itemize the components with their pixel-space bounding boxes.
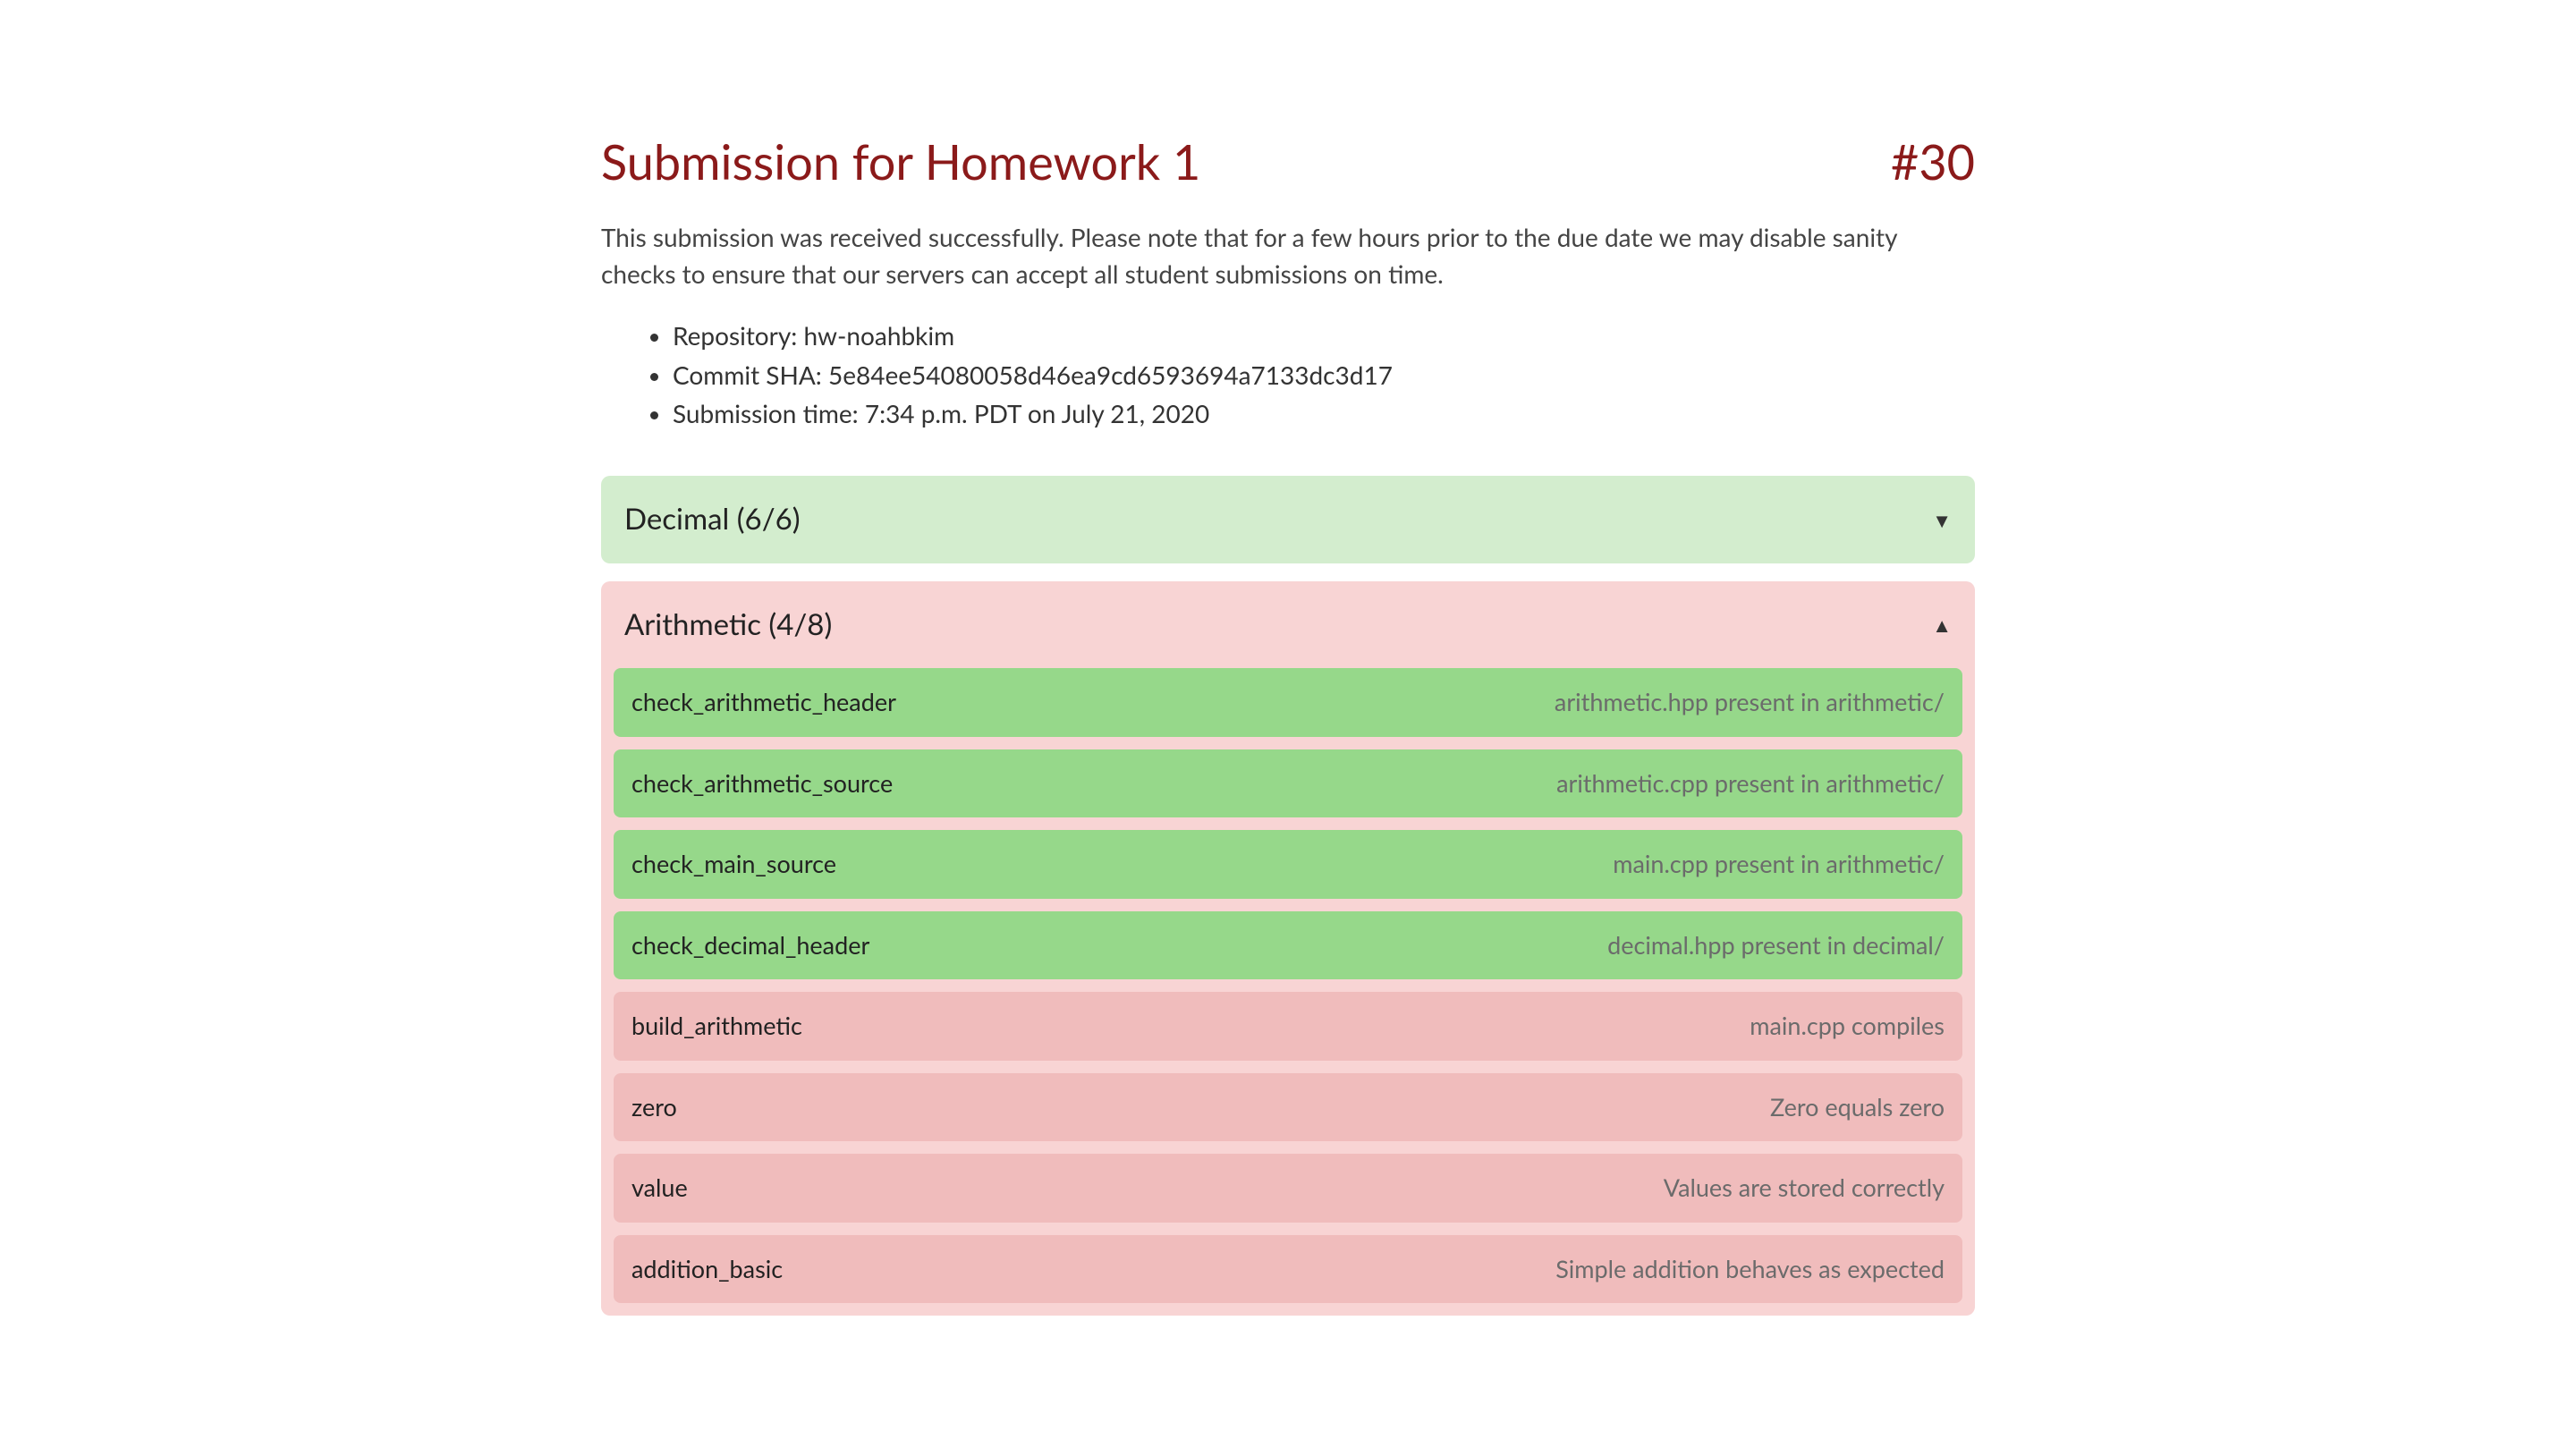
test-row[interactable]: check_arithmetic_source arithmetic.cpp p…	[614, 749, 1962, 818]
test-desc: arithmetic.hpp present in arithmetic/	[1555, 684, 1945, 721]
submission-description: This submission was received successfull…	[601, 219, 1975, 292]
section-header-decimal[interactable]: Decimal (6/6) ▼	[601, 476, 1975, 563]
test-row[interactable]: check_main_source main.cpp present in ar…	[614, 830, 1962, 899]
repository-value: hw-noahbkim	[803, 320, 954, 351]
test-name: addition_basic	[631, 1251, 783, 1288]
test-desc: arithmetic.cpp present in arithmetic/	[1556, 766, 1945, 802]
section-decimal: Decimal (6/6) ▼	[601, 476, 1975, 563]
section-title: Arithmetic (4/8)	[624, 603, 832, 648]
test-name: check_arithmetic_header	[631, 684, 896, 721]
page-title: Submission for Homework 1	[601, 125, 1200, 198]
time-label: Submission time:	[673, 398, 859, 428]
test-desc: Simple addition behaves as expected	[1555, 1251, 1945, 1288]
main-container: Submission for Homework 1 #30 This submi…	[565, 0, 2011, 1369]
test-row[interactable]: value Values are stored correctly	[614, 1154, 1962, 1223]
test-row[interactable]: check_arithmetic_header arithmetic.hpp p…	[614, 668, 1962, 737]
metadata-list: Repository: hw-noahbkim Commit SHA: 5e84…	[601, 317, 1975, 433]
test-row[interactable]: zero Zero equals zero	[614, 1073, 1962, 1142]
test-name: check_decimal_header	[631, 927, 869, 964]
test-name: zero	[631, 1089, 677, 1126]
test-desc: decimal.hpp present in decimal/	[1607, 927, 1945, 964]
test-list: check_arithmetic_header arithmetic.hpp p…	[601, 668, 1975, 1316]
commit-label: Commit SHA:	[673, 360, 822, 390]
metadata-time: Submission time: 7:34 p.m. PDT on July 2…	[673, 394, 1975, 433]
header-row: Submission for Homework 1 #30	[601, 125, 1975, 198]
metadata-repository: Repository: hw-noahbkim	[673, 317, 1975, 355]
test-name: check_main_source	[631, 846, 836, 883]
test-name: value	[631, 1170, 688, 1206]
time-value: 7:34 p.m. PDT on July 21, 2020	[865, 398, 1209, 428]
section-header-arithmetic[interactable]: Arithmetic (4/8) ▲	[601, 581, 1975, 669]
test-row[interactable]: build_arithmetic main.cpp compiles	[614, 992, 1962, 1061]
test-desc: main.cpp compiles	[1750, 1008, 1945, 1045]
test-desc: Zero equals zero	[1770, 1089, 1945, 1126]
section-title: Decimal (6/6)	[624, 497, 801, 542]
metadata-commit: Commit SHA: 5e84ee54080058d46ea9cd659369…	[673, 356, 1975, 394]
test-name: check_arithmetic_source	[631, 766, 893, 802]
test-name: build_arithmetic	[631, 1008, 802, 1045]
section-arithmetic: Arithmetic (4/8) ▲ check_arithmetic_head…	[601, 581, 1975, 1316]
chevron-up-icon: ▲	[1932, 610, 1952, 639]
commit-value: 5e84ee54080058d46ea9cd6593694a7133dc3d17	[828, 360, 1393, 390]
repository-label: Repository:	[673, 320, 797, 351]
submission-number: #30	[1891, 125, 1975, 198]
test-row[interactable]: addition_basic Simple addition behaves a…	[614, 1235, 1962, 1304]
chevron-down-icon: ▼	[1932, 505, 1952, 535]
test-desc: main.cpp present in arithmetic/	[1613, 846, 1945, 883]
test-desc: Values are stored correctly	[1664, 1170, 1945, 1206]
test-row[interactable]: check_decimal_header decimal.hpp present…	[614, 911, 1962, 980]
